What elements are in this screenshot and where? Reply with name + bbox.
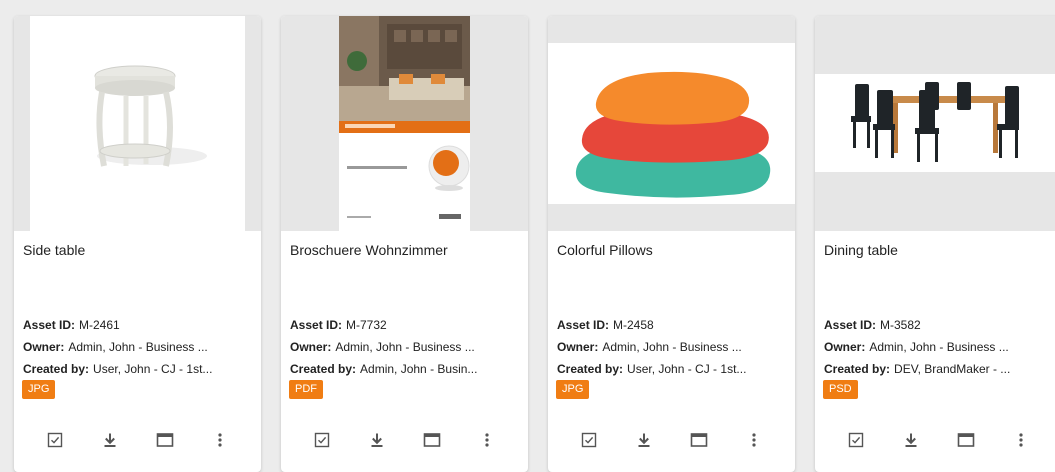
created-by-value: DEV, BrandMaker - ... xyxy=(894,362,1011,376)
asset-card[interactable]: Colorful Pillows Asset ID: M-2458 Owner: A… xyxy=(548,16,795,472)
checkbox-icon xyxy=(849,432,864,448)
owner-row: Owner: Admin, John - Business ... xyxy=(290,336,520,358)
asset-title[interactable]: Side table xyxy=(23,242,85,258)
download-icon xyxy=(905,433,917,447)
download-icon xyxy=(104,433,116,447)
preview-button[interactable] xyxy=(955,429,977,451)
select-checkbox[interactable] xyxy=(44,429,66,451)
format-badge: JPG xyxy=(22,380,56,399)
asset-id-label: Asset ID: xyxy=(290,318,343,332)
more-options-button[interactable] xyxy=(476,429,498,451)
asset-card[interactable]: Dining table Asset ID: M-3582 Owner: Admin… xyxy=(815,16,1055,472)
owner-label: Owner: xyxy=(290,340,332,354)
asset-card[interactable]: Broschuere Wohnzimmer Asset ID: M-7732 Ow… xyxy=(281,16,528,472)
checkbox-icon xyxy=(315,432,330,448)
pillows-image xyxy=(575,71,771,198)
asset-thumbnail[interactable] xyxy=(14,16,261,231)
asset-id-label: Asset ID: xyxy=(824,318,877,332)
dining-table-image xyxy=(851,82,1019,162)
owner-label: Owner: xyxy=(23,340,65,354)
owner-row: Owner: Admin, John - Business ... xyxy=(23,336,253,358)
asset-meta: Asset ID: M-3582 Owner: Admin, John - Busi… xyxy=(824,314,1054,380)
more-vert-icon xyxy=(485,433,489,447)
format-badge: PDF xyxy=(289,380,323,399)
created-by-value: Admin, John - Busin... xyxy=(360,362,478,376)
created-by-value: User, John - CJ - 1st... xyxy=(627,362,747,376)
more-options-button[interactable] xyxy=(743,429,765,451)
asset-id-row: Asset ID: M-2461 xyxy=(23,314,253,336)
created-by-value: User, John - CJ - 1st... xyxy=(93,362,213,376)
download-button[interactable] xyxy=(366,429,388,451)
download-icon xyxy=(371,433,383,447)
download-icon xyxy=(638,433,650,447)
created-by-label: Created by: xyxy=(557,362,624,376)
more-options-button[interactable] xyxy=(209,429,231,451)
asset-meta: Asset ID: M-2461 Owner: Admin, John - Busi… xyxy=(23,314,253,380)
asset-thumbnail[interactable] xyxy=(548,16,795,231)
owner-value: Admin, John - Business ... xyxy=(869,340,1009,354)
more-vert-icon xyxy=(218,433,222,447)
asset-title[interactable]: Broschuere Wohnzimmer xyxy=(290,242,448,258)
card-actions xyxy=(281,429,528,451)
preview-button[interactable] xyxy=(154,429,176,451)
owner-label: Owner: xyxy=(557,340,599,354)
created-by-row: Created by: DEV, BrandMaker - ... xyxy=(824,358,1054,380)
download-button[interactable] xyxy=(99,429,121,451)
card-actions xyxy=(815,429,1055,451)
owner-row: Owner: Admin, John - Business ... xyxy=(557,336,787,358)
asset-id-row: Asset ID: M-2458 xyxy=(557,314,787,336)
asset-id-value: M-2458 xyxy=(613,318,654,332)
owner-row: Owner: Admin, John - Business ... xyxy=(824,336,1054,358)
side-table-image xyxy=(94,65,207,167)
asset-grid: Side table Asset ID: M-2461 Owner: Admin, … xyxy=(0,0,1055,472)
select-checkbox[interactable] xyxy=(311,429,333,451)
asset-meta: Asset ID: M-7732 Owner: Admin, John - Busi… xyxy=(290,314,520,380)
checkbox-icon xyxy=(48,432,63,448)
asset-id-value: M-3582 xyxy=(880,318,921,332)
window-icon xyxy=(423,433,441,447)
created-by-row: Created by: User, John - CJ - 1st... xyxy=(557,358,787,380)
more-vert-icon xyxy=(1019,433,1023,447)
asset-title[interactable]: Dining table xyxy=(824,242,898,258)
asset-id-label: Asset ID: xyxy=(557,318,610,332)
asset-thumbnail[interactable] xyxy=(815,16,1055,231)
created-by-label: Created by: xyxy=(824,362,891,376)
asset-id-label: Asset ID: xyxy=(23,318,76,332)
format-badge: JPG xyxy=(556,380,590,399)
created-by-label: Created by: xyxy=(23,362,90,376)
asset-meta: Asset ID: M-2458 Owner: Admin, John - Busi… xyxy=(557,314,787,380)
asset-card[interactable]: Side table Asset ID: M-2461 Owner: Admin, … xyxy=(14,16,261,472)
preview-button[interactable] xyxy=(688,429,710,451)
created-by-label: Created by: xyxy=(290,362,357,376)
select-checkbox[interactable] xyxy=(578,429,600,451)
asset-id-value: M-7732 xyxy=(346,318,387,332)
window-icon xyxy=(957,433,975,447)
created-by-row: Created by: Admin, John - Busin... xyxy=(290,358,520,380)
owner-value: Admin, John - Business ... xyxy=(68,340,208,354)
download-button[interactable] xyxy=(900,429,922,451)
owner-value: Admin, John - Business ... xyxy=(602,340,742,354)
asset-id-value: M-2461 xyxy=(79,318,120,332)
download-button[interactable] xyxy=(633,429,655,451)
format-badge: PSD xyxy=(823,380,858,399)
brochure-image xyxy=(339,16,470,231)
window-icon xyxy=(156,433,174,447)
preview-button[interactable] xyxy=(421,429,443,451)
window-icon xyxy=(690,433,708,447)
asset-id-row: Asset ID: M-7732 xyxy=(290,314,520,336)
asset-id-row: Asset ID: M-3582 xyxy=(824,314,1054,336)
select-checkbox[interactable] xyxy=(845,429,867,451)
asset-thumbnail[interactable] xyxy=(281,16,528,231)
owner-value: Admin, John - Business ... xyxy=(335,340,475,354)
checkbox-icon xyxy=(582,432,597,448)
card-actions xyxy=(548,429,795,451)
more-options-button[interactable] xyxy=(1010,429,1032,451)
created-by-row: Created by: User, John - CJ - 1st... xyxy=(23,358,253,380)
asset-title[interactable]: Colorful Pillows xyxy=(557,242,653,258)
card-actions xyxy=(14,429,261,451)
owner-label: Owner: xyxy=(824,340,866,354)
more-vert-icon xyxy=(752,433,756,447)
